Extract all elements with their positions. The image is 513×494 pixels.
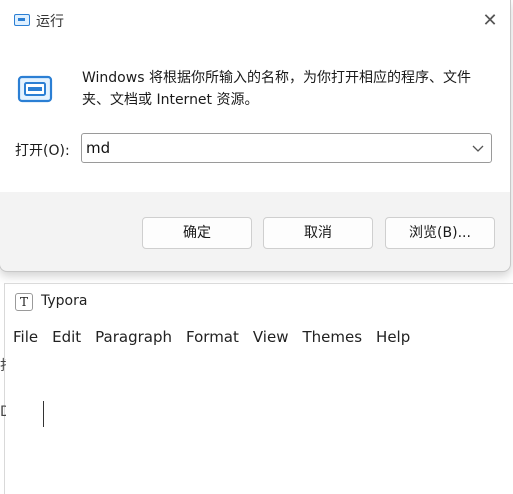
close-icon[interactable]: ✕	[474, 6, 506, 36]
open-label: 打开(O):	[15, 143, 70, 159]
run-icon	[17, 75, 53, 103]
menu-view[interactable]: View	[246, 324, 296, 350]
run-icon	[14, 14, 30, 26]
ok-button[interactable]: 确定	[142, 217, 252, 249]
dialog-description: Windows 将根据你所输入的名称，为你打开相应的程序、文件夹、文档或 Int…	[82, 70, 471, 108]
open-input[interactable]	[86, 137, 456, 159]
cancel-button[interactable]: 取消	[263, 217, 373, 249]
text-cursor[interactable]	[43, 401, 44, 427]
typora-menubar: File Edit Paragraph Format View Themes H…	[5, 324, 513, 350]
menu-edit[interactable]: Edit	[45, 324, 88, 350]
open-combobox[interactable]	[81, 133, 492, 163]
typora-titlebar[interactable]: T Typora	[5, 284, 513, 320]
background-window-edge-text: D	[0, 404, 6, 420]
chevron-down-icon[interactable]	[471, 139, 485, 157]
menu-format[interactable]: Format	[179, 324, 246, 350]
run-dialog-body: 运行 ✕ Windows 将根据你所输入的名称，为你打开相应的程序、文件夹、文档…	[0, 0, 510, 192]
run-dialog: 运行 ✕ Windows 将根据你所输入的名称，为你打开相应的程序、文件夹、文档…	[0, 0, 511, 272]
typora-window: T Typora File Edit Paragraph Format View…	[4, 283, 513, 494]
menu-themes[interactable]: Themes	[295, 324, 369, 350]
menu-paragraph[interactable]: Paragraph	[88, 324, 179, 350]
dialog-title: 运行	[36, 14, 64, 30]
typora-app-icon: T	[15, 293, 33, 311]
typora-window-title: Typora	[41, 293, 88, 309]
menu-help[interactable]: Help	[369, 324, 417, 350]
browse-button[interactable]: 浏览(B)...	[385, 217, 495, 249]
background-window-edge-text: 打	[0, 355, 6, 375]
menu-file[interactable]: File	[5, 324, 45, 350]
